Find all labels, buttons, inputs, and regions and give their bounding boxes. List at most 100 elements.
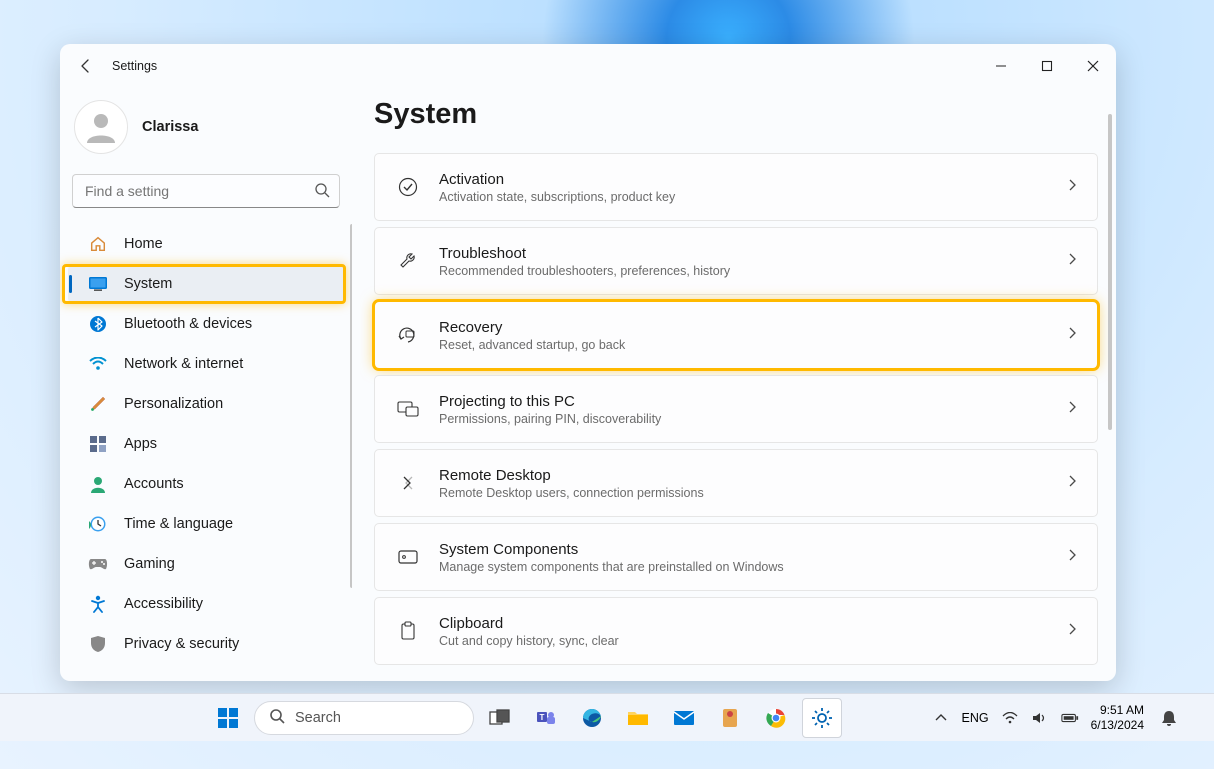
card-title: Remote Desktop (439, 466, 1067, 486)
check-circle-icon (395, 177, 421, 197)
taskbar-search-label: Search (295, 710, 341, 726)
folder-icon (627, 709, 649, 727)
home-icon (86, 235, 110, 253)
taskbar-clock[interactable]: 9:51 AM 6/13/2024 (1091, 703, 1144, 732)
card-title: Projecting to this PC (439, 392, 1067, 412)
clipboard-icon (395, 621, 421, 641)
maximize-button[interactable] (1024, 44, 1070, 88)
titlebar: Settings (60, 44, 1116, 88)
card-subtitle: Remote Desktop users, connection permiss… (439, 486, 1067, 500)
card-subtitle: Reset, advanced startup, go back (439, 338, 1067, 352)
back-button[interactable] (74, 54, 98, 78)
sidebar-item-label: System (124, 276, 172, 292)
tray-language[interactable]: ENG (962, 711, 989, 725)
taskbar: Search T ENG (0, 693, 1214, 741)
tray: ENG 9:51 AM 6/13/2024 (932, 703, 1178, 732)
battery-tray-icon[interactable] (1061, 709, 1079, 727)
sidebar-item-label: Network & internet (124, 356, 243, 372)
teams-icon: T (535, 707, 557, 729)
accessibility-icon (86, 595, 110, 613)
card-subtitle: Permissions, pairing PIN, discoverabilit… (439, 412, 1067, 426)
wifi-icon (86, 357, 110, 371)
person-icon (83, 109, 119, 145)
clock-date: 6/13/2024 (1091, 718, 1144, 732)
sidebar-item-accounts[interactable]: Accounts (68, 464, 346, 504)
wifi-tray-icon[interactable] (1001, 709, 1019, 727)
minimize-button[interactable] (978, 44, 1024, 88)
sidebar-item-personalization[interactable]: Personalization (68, 384, 346, 424)
windows-logo-icon (217, 707, 239, 729)
volume-tray-icon[interactable] (1031, 709, 1049, 727)
card-title: Recovery (439, 318, 1067, 338)
svg-text:T: T (540, 713, 545, 722)
card-recovery[interactable]: Recovery Reset, advanced startup, go bac… (374, 301, 1098, 369)
search-icon (269, 708, 285, 728)
taskbar-search[interactable]: Search (254, 701, 474, 735)
taskbar-app-edge[interactable] (572, 698, 612, 738)
sidebar-item-time[interactable]: Time & language (68, 504, 346, 544)
card-title: Clipboard (439, 614, 1067, 634)
card-subtitle: Activation state, subscriptions, product… (439, 190, 1067, 204)
card-projecting[interactable]: Projecting to this PC Permissions, pairi… (374, 375, 1098, 443)
wrench-icon (395, 251, 421, 271)
sidebar-item-accessibility[interactable]: Accessibility (68, 584, 346, 624)
maximize-icon (1041, 60, 1053, 72)
sidebar-item-gaming[interactable]: Gaming (68, 544, 346, 584)
page-title: System (374, 98, 1098, 131)
card-title: Activation (439, 170, 1067, 190)
card-system-components[interactable]: System Components Manage system componen… (374, 523, 1098, 591)
sidebar-item-label: Bluetooth & devices (124, 316, 252, 332)
sidebar-scrollbar[interactable] (350, 224, 352, 588)
settings-window: Settings Clarissa (60, 44, 1116, 681)
edge-icon (581, 707, 603, 729)
sidebar-item-home[interactable]: Home (68, 224, 346, 264)
taskbar-app-taskview[interactable] (480, 698, 520, 738)
account-icon (86, 475, 110, 493)
search-icon (314, 182, 330, 203)
card-troubleshoot[interactable]: Troubleshoot Recommended troubleshooters… (374, 227, 1098, 295)
chevron-right-icon (1067, 474, 1077, 493)
paint-icon (86, 395, 110, 413)
bluetooth-icon (86, 315, 110, 333)
close-button[interactable] (1070, 44, 1116, 88)
gear-icon (811, 707, 833, 729)
app-icon (720, 707, 740, 729)
mail-icon (673, 709, 695, 727)
minimize-icon (995, 60, 1007, 72)
card-subtitle: Cut and copy history, sync, clear (439, 634, 1067, 648)
sidebar-item-label: Personalization (124, 396, 223, 412)
card-clipboard[interactable]: Clipboard Cut and copy history, sync, cl… (374, 597, 1098, 665)
taskbar-app-pinned1[interactable] (710, 698, 750, 738)
taskbar-app-settings[interactable] (802, 698, 842, 738)
card-activation[interactable]: Activation Activation state, subscriptio… (374, 153, 1098, 221)
profile-name: Clarissa (142, 119, 198, 135)
search-input[interactable] (72, 174, 340, 208)
taskbar-app-explorer[interactable] (618, 698, 658, 738)
sidebar-item-apps[interactable]: Apps (68, 424, 346, 464)
profile-block[interactable]: Clarissa (60, 88, 352, 174)
taskbar-app-teams[interactable]: T (526, 698, 566, 738)
projecting-icon (395, 401, 421, 417)
sidebar-item-bluetooth[interactable]: Bluetooth & devices (68, 304, 346, 344)
system-icon (86, 277, 110, 291)
sidebar-item-label: Gaming (124, 556, 175, 572)
sidebar-item-system[interactable]: System (68, 264, 346, 304)
chevron-right-icon (1067, 178, 1077, 197)
sidebar-item-label: Accounts (124, 476, 184, 492)
card-remote-desktop[interactable]: Remote Desktop Remote Desktop users, con… (374, 449, 1098, 517)
sidebar: Clarissa Home S (60, 88, 360, 681)
avatar (74, 100, 128, 154)
tray-overflow-icon[interactable] (932, 709, 950, 727)
chevron-right-icon (1067, 548, 1077, 567)
apps-icon (86, 436, 110, 452)
sidebar-item-network[interactable]: Network & internet (68, 344, 346, 384)
sidebar-item-privacy[interactable]: Privacy & security (68, 624, 346, 664)
taskbar-app-mail[interactable] (664, 698, 704, 738)
start-button[interactable] (208, 698, 248, 738)
main-scrollbar[interactable] (1108, 114, 1112, 430)
chrome-icon (765, 707, 787, 729)
clock-icon (86, 515, 110, 533)
taskbar-app-chrome[interactable] (756, 698, 796, 738)
notifications-tray-icon[interactable] (1160, 709, 1178, 727)
close-icon (1087, 60, 1099, 72)
